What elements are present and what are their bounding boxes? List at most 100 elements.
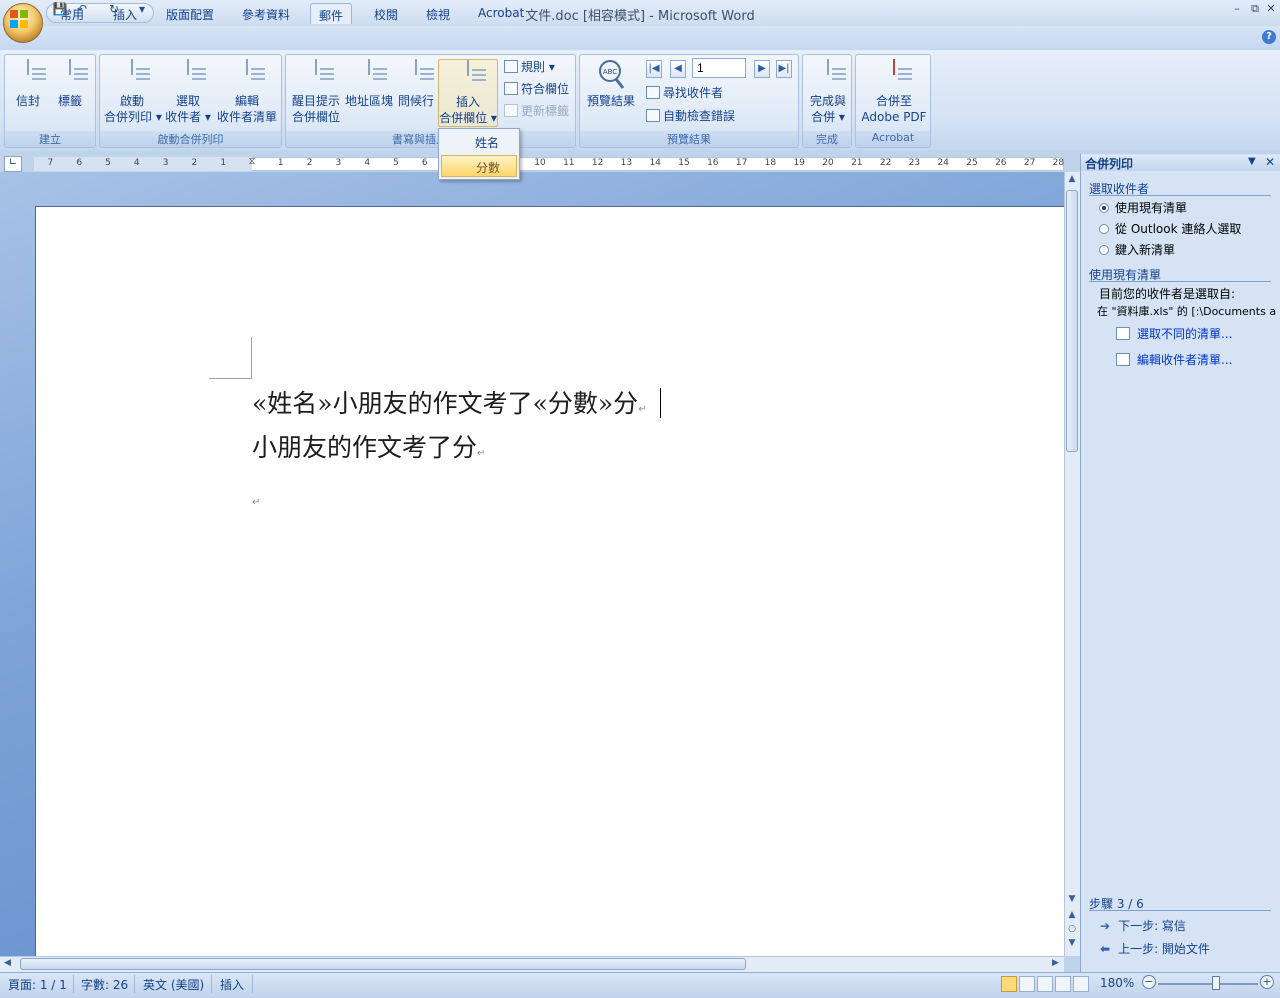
outline-view-icon[interactable] [1055,976,1071,992]
zoom-in-icon[interactable]: + [1260,975,1274,989]
edit-list-icon [1116,353,1130,366]
insert-field-label1: 插入 [455,95,480,109]
radio-use-existing[interactable]: 使用現有清單 [1099,199,1187,216]
zoom-out-icon[interactable]: − [1142,975,1156,989]
next-step-link[interactable]: ➔ 下一步: 寫信 [1100,917,1186,934]
minimize-button[interactable]: – [1228,2,1246,16]
text-caret [660,388,661,418]
envelopes-button[interactable]: 信封 [11,59,45,109]
next-page-icon[interactable]: ▼ [1066,938,1078,952]
pane-close-icon[interactable]: ✕ [1265,155,1275,169]
close-button[interactable]: ✕ [1262,2,1280,16]
vertical-scroll-thumb[interactable] [1066,190,1078,452]
tab-references[interactable]: 參考資料 [234,3,298,24]
start-mail-merge-icon [117,59,147,91]
previous-record-icon[interactable]: ◀ [670,60,686,78]
full-screen-reading-view-icon[interactable] [1019,976,1035,992]
zoom-slider-knob[interactable] [1212,976,1220,990]
document-page[interactable] [35,206,1064,956]
find-recipient-button[interactable]: 尋找收件者 [646,85,723,101]
help-icon[interactable]: ? [1262,30,1276,44]
scroll-left-icon[interactable]: ◀ [4,958,11,968]
merge-to-pdf-label1: 合併至 [875,94,912,108]
scroll-down-icon[interactable]: ▼ [1066,894,1078,908]
match-fields-button[interactable]: 符合欄位 [504,81,569,97]
zoom-slider[interactable] [1158,983,1258,985]
last-record-icon[interactable]: ▶| [776,60,792,78]
scroll-right-icon[interactable]: ▶ [1052,958,1059,968]
document-line-2[interactable]: 小朋友的作文考了分↵ [252,428,485,464]
divider [1089,195,1271,196]
previous-page-icon[interactable]: ▲ [1066,910,1078,924]
document-line-3[interactable]: ↵ [252,482,260,511]
auto-check-errors-button[interactable]: 自動檢查錯誤 [646,108,735,124]
start-mail-merge-button[interactable]: 啟動 合併列印 ▾ [104,59,162,125]
select-different-list-link[interactable]: 選取不同的清單... [1116,325,1232,342]
document-line-1[interactable]: «姓名»小朋友的作文考了«分數»分↵ [252,384,647,420]
tab-insert[interactable]: 插入 [105,3,145,24]
ruler-tick-label: 14 [649,158,661,168]
edit-recipient-list-button[interactable]: 編輯 收件者清單 [216,59,278,125]
previous-step-link[interactable]: ⬅ 上一步: 開始文件 [1100,940,1210,957]
preview-results-button[interactable]: ABC 預覽結果 [584,59,638,109]
greeting-line-button[interactable]: 問候行 [396,59,436,109]
tab-view[interactable]: 檢視 [418,3,458,24]
match-fields-label: 符合欄位 [521,82,570,96]
ruler-tick-label: 7 [47,158,54,168]
tab-page-layout[interactable]: 版面配置 [158,3,222,24]
print-layout-view-icon[interactable] [1001,976,1017,992]
zoom-level[interactable]: 180% [1100,976,1134,990]
labels-button[interactable]: 標籤 [53,59,87,109]
highlight-merge-fields-button[interactable]: 醒目提示 合併欄位 [290,59,342,125]
menu-item-name[interactable]: 姓名 [441,131,517,153]
next-record-icon[interactable]: ▶ [754,60,770,78]
preview-results-label: 預覽結果 [586,94,635,108]
finish-merge-button[interactable]: 完成與 合併 ▾ [805,59,851,125]
table-icon [1116,327,1130,340]
record-number-input[interactable] [692,58,746,78]
tab-acrobat[interactable]: Acrobat [470,3,532,24]
ruler-tick-label: 25 [966,158,978,168]
radio-type-new[interactable]: 鍵入新清單 [1099,241,1175,258]
indent-marker[interactable]: ⧖ [246,156,258,172]
paragraph-mark: ↵ [638,404,647,415]
ruler-tick-label: 16 [707,158,719,168]
pdf-icon [879,59,909,91]
pane-dropdown-icon[interactable]: ▼ [1248,156,1256,167]
rules-button[interactable]: 規則 ▾ [504,59,555,75]
tab-review[interactable]: 校閱 [366,3,406,24]
merge-to-pdf-button[interactable]: 合併至 Adobe PDF [858,59,930,125]
ruler-tick-label: 12 [591,158,604,168]
edit-recipient-list-label: 編輯收件者清單... [1137,353,1233,367]
ruler-tick-label: 5 [393,158,399,168]
tab-home[interactable]: 常用 [52,3,92,24]
previous-step-label: 上一步: 開始文件 [1118,942,1210,956]
menu-item-score[interactable]: 分數 [441,155,517,177]
insert-merge-field-button[interactable]: 插入 合併欄位 ▾ [438,59,498,127]
rules-icon [504,60,518,73]
scroll-up-icon[interactable]: ▲ [1066,174,1078,188]
word-count[interactable]: 字數: 26 [81,976,128,993]
insert-field-label2: 合併欄位 ▾ [439,111,497,125]
insert-mode-indicator[interactable]: 插入 [220,976,244,993]
auto-check-label: 自動檢查錯誤 [663,109,736,123]
group-write-insert-fields: 書寫與插入欄位 醒目提示 合併欄位 地址區塊 問候行 插入 合併欄位 ▾ 規則 … [285,54,576,148]
language-indicator[interactable]: 英文 (美國) [143,976,204,993]
address-block-button[interactable]: 地址區塊 [344,59,394,109]
group-acrobat: Acrobat 合併至 Adobe PDF [855,54,931,148]
address-block-icon [354,59,384,91]
browse-object-icon[interactable]: ○ [1066,924,1078,938]
page-count[interactable]: 頁面: 1 / 1 [8,976,67,993]
edit-recipient-list-link[interactable]: 編輯收件者清單... [1116,351,1232,368]
select-recipients-button[interactable]: 選取 收件者 ▾ [164,59,212,125]
radio-outlook[interactable]: 從 Outlook 連絡人選取 [1099,220,1241,237]
first-record-icon[interactable]: |◀ [646,60,662,78]
web-layout-view-icon[interactable] [1037,976,1053,992]
tab-selector[interactable]: ∟ [4,156,22,172]
horizontal-scroll-thumb[interactable] [20,958,746,970]
tab-mailings[interactable]: 郵件 [310,3,353,24]
update-labels-button[interactable]: 更新標籤 [504,103,569,119]
divider [1089,281,1271,282]
draft-view-icon[interactable] [1073,976,1089,992]
radio-icon [1099,224,1109,234]
